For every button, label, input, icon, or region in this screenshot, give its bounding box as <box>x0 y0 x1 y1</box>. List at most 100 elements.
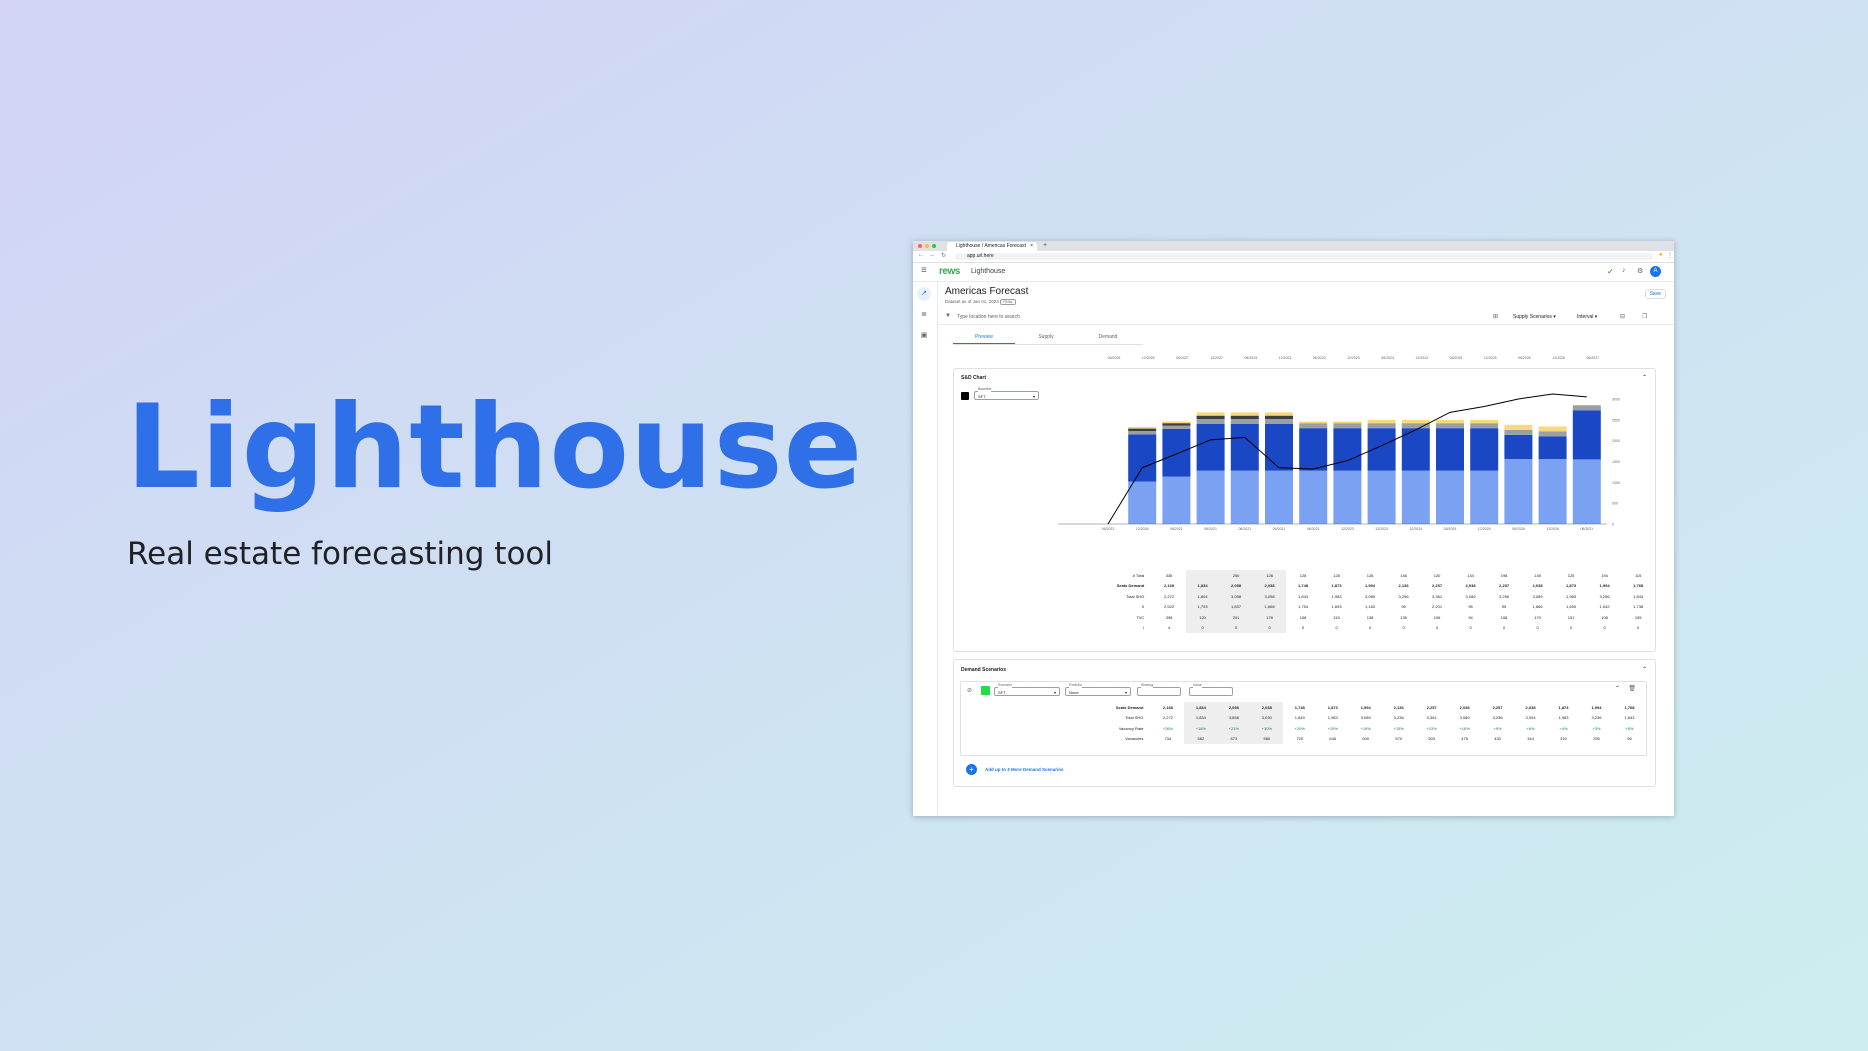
table-cell: 430 <box>1494 736 1501 742</box>
table-cell: 1,668 <box>1252 601 1287 612</box>
table-cell: 3,089 <box>1365 593 1376 599</box>
table-cell: 1,994 <box>1591 704 1602 710</box>
bar-segment <box>1196 412 1225 416</box>
bar-segment <box>1470 470 1499 524</box>
bar-segment <box>1367 428 1396 471</box>
collapse-icon[interactable]: ⌃ <box>1642 374 1647 381</box>
table-cell: 2,058 <box>1217 702 1251 713</box>
browser-tab[interactable]: Lighthouse / Americas Forecast × <box>947 242 1037 251</box>
bar-segment <box>1299 470 1328 524</box>
scenario-color-swatch[interactable] <box>981 686 990 695</box>
browser-menu-icon[interactable]: ⋮ <box>1667 252 1673 259</box>
bar-segment <box>1538 436 1567 459</box>
collapse-scenario-icon[interactable]: ⌃ <box>1615 685 1620 692</box>
table-cell: 0 <box>1502 625 1506 631</box>
table-cell: 3,089 <box>1465 593 1476 599</box>
table-cell: 3,256 <box>1398 593 1409 599</box>
tab-supply[interactable]: Supply <box>1015 334 1077 340</box>
table-cell: 3,236 <box>1393 715 1404 721</box>
scenario-select[interactable]: Scenario SFT ▾ <box>994 683 1060 696</box>
table-cell: 108 <box>1299 614 1307 620</box>
new-tab-icon[interactable]: + <box>1043 241 1047 251</box>
bar-segment <box>1504 424 1533 430</box>
x-tick-label: 06/2022 <box>1102 527 1115 531</box>
close-window-icon[interactable] <box>918 244 922 248</box>
sidebar-chart-icon[interactable]: ↗ <box>917 287 931 301</box>
save-button[interactable]: Save <box>1644 289 1666 299</box>
add-scenario-icon[interactable]: + <box>966 764 977 775</box>
visibility-off-icon[interactable]: ⊘ <box>967 687 972 694</box>
table-cell: +16% <box>1360 725 1371 731</box>
sidebar-database-icon[interactable]: ≣ <box>917 308 931 322</box>
maximize-window-icon[interactable] <box>932 244 936 248</box>
location-search-input[interactable]: Type location here to search <box>957 314 1020 320</box>
delete-icon[interactable]: 🗑 <box>1628 685 1636 692</box>
table-cell: 2,272 <box>1162 715 1173 721</box>
portfolio-value: None <box>1069 690 1079 695</box>
bar-segment <box>1572 410 1601 460</box>
bar-segment <box>1230 424 1259 471</box>
supply-scenarios-dropdown[interactable]: Supply Scenarios ▾ <box>1513 314 1556 320</box>
x-tick-label: 12/2023 <box>1375 527 1388 531</box>
portfolio-label: Portfolio <box>1069 683 1082 688</box>
tab-preview[interactable]: Preview <box>953 334 1015 344</box>
x-tick-label: 12/2025 <box>1478 527 1491 531</box>
table-cell: 0 <box>1402 625 1405 631</box>
table-cell: 1,834 <box>1185 580 1220 591</box>
browser-tab-title: Lighthouse / Americas Forecast <box>956 243 1027 249</box>
table-cell: 1,983 <box>1566 593 1577 599</box>
table-cell: 2,038 <box>1525 704 1536 710</box>
table-cell: 2,038 <box>1252 580 1287 591</box>
url-input[interactable]: app.url.here <box>955 253 1653 260</box>
reload-icon[interactable]: ↻ <box>941 252 946 259</box>
minimize-window-icon[interactable] <box>925 244 929 248</box>
bar-segment <box>1401 470 1430 524</box>
browser-tabbar: Lighthouse / Americas Forecast × + <box>913 241 1674 251</box>
table-cell: 600 <box>1362 736 1370 742</box>
menu-icon[interactable]: ≡ <box>921 265 927 276</box>
close-tab-icon[interactable]: × <box>1030 242 1033 251</box>
profile-icon[interactable]: ● <box>1659 252 1663 258</box>
check-icon[interactable]: ✓ <box>1607 267 1614 276</box>
bar-segment <box>1470 423 1499 429</box>
table-cell: 108 <box>1500 614 1508 620</box>
sidebar-calendar-icon[interactable]: ▣ <box>917 329 931 343</box>
export-icon[interactable]: ⊟ <box>1620 313 1625 320</box>
forward-icon[interactable]: → <box>929 252 935 258</box>
table-cell: 1,843 <box>1624 715 1635 721</box>
table-cell: 1,983 <box>1558 715 1569 721</box>
bar-segment <box>1299 428 1328 471</box>
chevron-down-icon: ▾ <box>1053 690 1056 695</box>
table-cell: 95 <box>1468 604 1473 610</box>
table-cell: 3,030 <box>1250 712 1284 723</box>
main-content: Americas Forecast Dataset as of Jan 01, … <box>937 281 1674 816</box>
interval-dropdown[interactable]: Interval ▾ <box>1577 314 1597 320</box>
table-cell: 2,038 <box>1250 702 1284 713</box>
table-cell: 0 <box>1368 625 1372 631</box>
table-cell: 2,272 <box>1164 593 1175 599</box>
sharing-input[interactable]: Sharing <box>1137 683 1181 696</box>
gear-icon[interactable]: ⚙ <box>1637 267 1643 275</box>
back-icon[interactable]: ← <box>918 252 924 258</box>
table-cell: 475 <box>1461 736 1468 742</box>
table-cell: 570 <box>1395 736 1403 742</box>
table-cell: 1,748 <box>1298 583 1309 589</box>
add-scenario-link[interactable]: Add up to 3 More Demand Scenarios <box>985 767 1064 772</box>
tab-demand[interactable]: Demand <box>1077 334 1139 340</box>
copy-icon[interactable]: ❐ <box>1642 313 1647 320</box>
portfolio-select[interactable]: Portfolio None ▾ <box>1065 683 1131 696</box>
url-text: app.url.here <box>967 253 994 259</box>
date-header-cell: 12/2023 <box>1278 356 1292 360</box>
bar-segment <box>1538 426 1567 432</box>
layout-icon[interactable]: ⊞ <box>1493 313 1498 320</box>
table-cell: 0 <box>1335 625 1338 631</box>
table-cell: 1,768 <box>1624 704 1635 710</box>
table-row: # Total 336 250 128 128 128 126 146 120 144 198 145… <box>1036 570 1655 581</box>
bar-segment <box>1436 423 1464 429</box>
avatar[interactable]: A <box>1650 266 1661 277</box>
bar-segment <box>1333 423 1362 429</box>
collapse-demand-icon[interactable]: ⌃ <box>1642 666 1647 673</box>
bell-icon[interactable]: ♪ <box>1622 267 1626 274</box>
table-cell: 1,804 <box>1185 591 1220 602</box>
value-input[interactable]: Value <box>1189 683 1233 696</box>
